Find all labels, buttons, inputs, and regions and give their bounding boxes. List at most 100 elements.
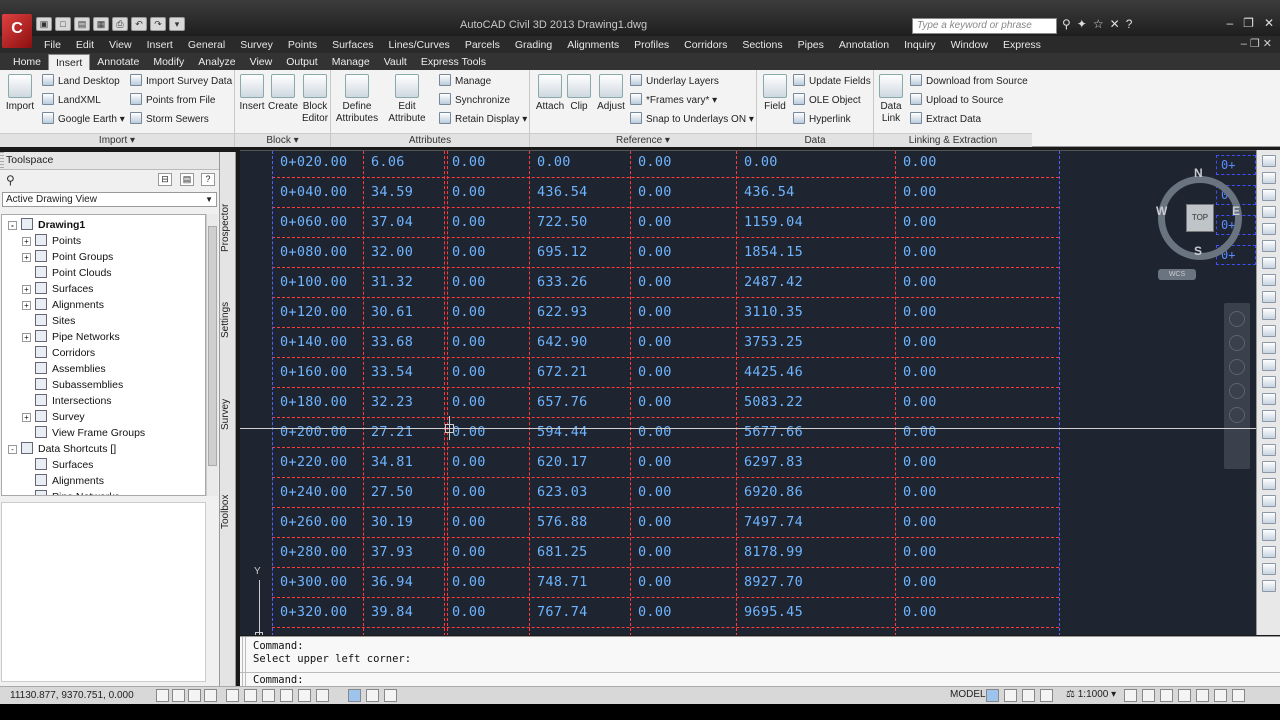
attributes-panel-title[interactable]: Attributes [331,133,529,147]
draw-tool-icon[interactable] [1261,240,1276,252]
tree-item[interactable]: + Survey [22,409,85,425]
lineweight-toggle[interactable] [348,689,361,702]
adjust-button[interactable]: Adjust [594,74,628,113]
import-panel-title[interactable]: Import ▾ [0,133,234,147]
synchronize-button[interactable]: Synchronize [439,93,510,109]
menu-annotation[interactable]: Annotation [839,39,889,51]
tree-item[interactable]: + Surfaces [22,281,93,297]
draw-tool-icon[interactable] [1261,359,1276,371]
menu-express[interactable]: Express [1003,39,1041,51]
tree-item[interactable]: View Frame Groups [22,425,145,441]
menu-profiles[interactable]: Profiles [634,39,669,51]
restore-icon[interactable]: ❐ [1243,16,1254,30]
tree-item[interactable]: Assemblies [22,361,106,377]
3d-osnap-toggle[interactable] [262,689,275,702]
tree-item[interactable]: Intersections [22,393,112,409]
menu-alignments[interactable]: Alignments [567,39,619,51]
expand-icon[interactable]: + [22,237,31,246]
tree-item[interactable]: Corridors [22,345,95,361]
otrack-toggle[interactable] [280,689,293,702]
ortho-toggle[interactable] [204,689,217,702]
tab-modify[interactable]: Modify [146,54,191,70]
snap-to-underlays-dropdown[interactable]: Snap to Underlays ON ▾ [630,112,754,128]
define-attributes-button[interactable]: Define Attributes [333,74,381,125]
data-panel-title[interactable]: Data [757,133,873,147]
expand-icon[interactable]: + [22,333,31,342]
ole-object-button[interactable]: OLE Object [793,93,861,109]
workspace-icon[interactable]: ▣ [36,17,52,31]
tree-item[interactable]: Alignments [22,473,104,489]
viewcube-west[interactable]: W [1156,204,1167,218]
update-fields-button[interactable]: Update Fields [793,74,871,90]
draw-tool-icon[interactable] [1261,444,1276,456]
viewcube-north[interactable]: N [1194,166,1203,180]
retain-display-button[interactable]: Retain Display ▾ [439,112,527,128]
communication-icon[interactable]: ☆ [1093,17,1104,31]
toolspace-header[interactable]: Toolspace [0,152,219,170]
draw-tool-icon[interactable] [1261,393,1276,405]
upload-to-source-button[interactable]: Upload to Source [910,93,1003,109]
collapse-icon[interactable]: - [8,445,17,454]
polar-toggle[interactable] [226,689,239,702]
expand-icon[interactable]: + [22,301,31,310]
draw-tool-icon[interactable] [1261,495,1276,507]
command-line-grip[interactable] [242,637,248,687]
grid-toggle[interactable] [188,689,201,702]
osnap-toggle[interactable] [244,689,257,702]
tab-insert[interactable]: Insert [48,54,91,70]
print-icon[interactable]: ⎙ [112,17,128,31]
draw-tool-icon[interactable] [1261,427,1276,439]
exchange-icon[interactable]: ✕ [1110,17,1120,31]
open-icon[interactable]: ▤ [74,17,90,31]
insert-block-button[interactable]: Insert [237,74,267,113]
tree-item[interactable]: - Drawing1 [8,217,85,233]
toggle-view-icon[interactable]: ⊟ [158,173,172,186]
menu-corridors[interactable]: Corridors [684,39,727,51]
extract-data-button[interactable]: Extract Data [910,112,981,128]
block-panel-title[interactable]: Block ▾ [235,133,330,147]
new-icon[interactable]: □ [55,17,71,31]
menu-file[interactable]: File [44,39,61,51]
land-desktop-button[interactable]: Land Desktop [42,74,120,90]
points-from-file-button[interactable]: Points from File [130,93,215,109]
storm-sewers-button[interactable]: Storm Sewers [130,112,209,128]
expand-icon[interactable]: + [22,285,31,294]
menu-points[interactable]: Points [288,39,317,51]
clip-button[interactable]: Clip [566,74,592,113]
redo-icon[interactable]: ↷ [150,17,166,31]
tree-scrollbar[interactable] [206,214,218,496]
drawing-canvas[interactable]: 0+020.00 6.06 0.00 0.00 0.00 0.00 0.00 0+040.00… [240,150,1256,635]
tab-vault[interactable]: Vault [377,54,414,70]
draw-tool-icon[interactable] [1261,512,1276,524]
linking-panel-title[interactable]: Linking & Extraction [874,133,1032,147]
tree-item[interactable]: Subassemblies [22,377,123,393]
subscription-icon[interactable]: ✦ [1077,17,1087,31]
quick-view-drawings-icon[interactable] [1004,689,1017,702]
tree-item[interactable]: Point Clouds [22,265,112,281]
hardware-acceleration-icon[interactable] [1196,689,1209,702]
draw-tool-icon[interactable] [1261,223,1276,235]
google-earth-button[interactable]: Google Earth ▾ [42,112,125,128]
menu-sections[interactable]: Sections [742,39,782,51]
collapse-icon[interactable]: - [8,221,17,230]
ducs-toggle[interactable] [298,689,311,702]
expand-icon[interactable]: + [22,253,31,262]
menu-inquiry[interactable]: Inquiry [904,39,936,51]
snap-mode-toggle[interactable] [172,689,185,702]
draw-tool-icon[interactable] [1261,325,1276,337]
block-editor-button[interactable]: Block Editor [299,74,331,125]
orbit-icon[interactable] [1229,383,1245,399]
draw-tool-icon[interactable] [1261,189,1276,201]
create-block-button[interactable]: Create [267,74,299,113]
zoom-icon[interactable] [1229,359,1245,375]
draw-tool-icon[interactable] [1261,274,1276,286]
viewcube-east[interactable]: E [1232,204,1240,218]
workspace-switching-icon[interactable] [1160,689,1173,702]
pan-status-icon[interactable] [1022,689,1035,702]
menu-lines-curves[interactable]: Lines/Curves [389,39,450,51]
tree-item[interactable]: + Points [22,233,81,249]
viewcube-south[interactable]: S [1194,244,1202,258]
tree-item[interactable]: Surfaces [22,457,93,473]
transparency-toggle[interactable] [366,689,379,702]
menu-surfaces[interactable]: Surfaces [332,39,373,51]
